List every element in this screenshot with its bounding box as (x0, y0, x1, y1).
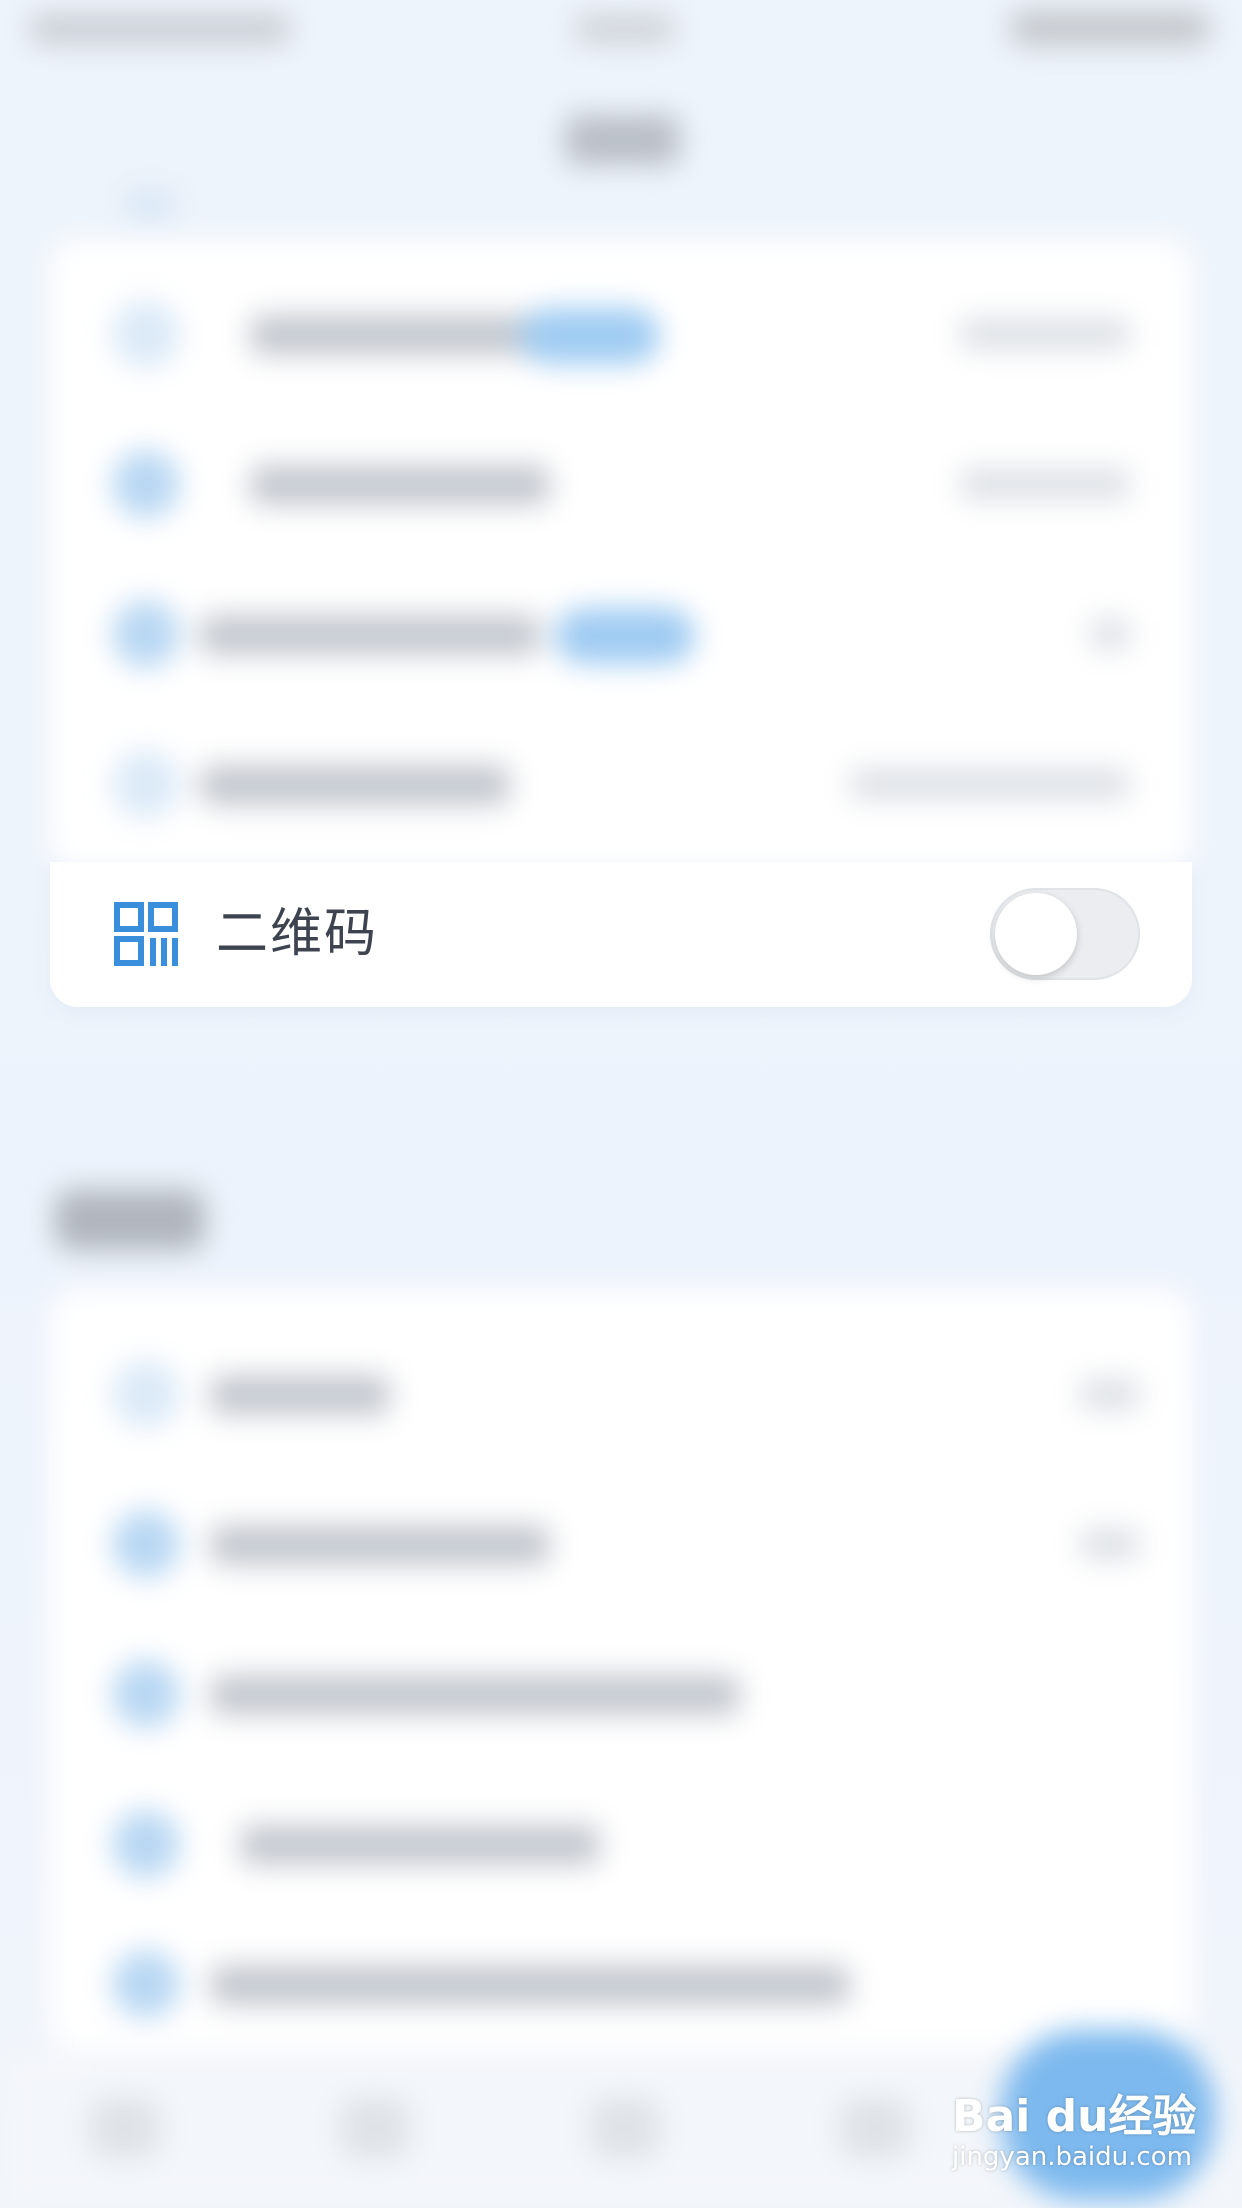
item-label-blurred (250, 315, 550, 355)
item-label-blurred (240, 1825, 600, 1865)
list-item (50, 1320, 1192, 1470)
item-label-blurred (210, 1525, 550, 1565)
item-arrow-blurred (1090, 618, 1130, 650)
item-icon (112, 1660, 180, 1728)
watermark: Bai du经验 jingyan.baidu.com (952, 2080, 1202, 2180)
list-item (50, 710, 1192, 860)
watermark-brand: Bai du经验 (952, 2091, 1197, 2142)
section-heading-blurred (55, 1190, 205, 1250)
tab-icon (590, 2098, 660, 2158)
item-label-blurred (210, 1375, 390, 1415)
tab-icon (840, 2098, 910, 2158)
item-icon (112, 600, 180, 668)
item-icon (112, 750, 180, 818)
list-item (50, 560, 1192, 710)
status-bar (0, 0, 1242, 60)
item-badge-blurred (555, 608, 695, 664)
item-value-blurred (960, 318, 1130, 350)
list-item (50, 1770, 1192, 1920)
item-arrow-blurred (1080, 1528, 1140, 1560)
item-label-blurred (200, 615, 540, 655)
item-label-blurred (200, 765, 510, 805)
item-label-blurred (210, 1675, 740, 1715)
list-item (50, 1910, 1192, 2060)
qr-code-label: 二维码 (216, 904, 379, 964)
list-item (50, 1620, 1192, 1770)
status-carrier-blurred (30, 14, 290, 44)
item-value-blurred (850, 768, 1130, 800)
list-item (50, 1470, 1192, 1620)
item-value-blurred (960, 468, 1130, 500)
nav-title-blurred (565, 115, 680, 165)
blurred-background (0, 0, 1242, 2208)
watermark-url: jingyan.baidu.com (952, 2142, 1192, 2172)
item-icon (112, 1360, 180, 1428)
item-arrow-blurred (1080, 1378, 1140, 1410)
list-item (50, 410, 1192, 560)
status-time-blurred (575, 14, 675, 44)
tab-icon (340, 2098, 410, 2158)
item-icon (112, 300, 180, 368)
item-badge-blurred (520, 308, 660, 364)
qr-code-icon (114, 902, 178, 966)
toggle-knob (995, 893, 1077, 975)
item-label-blurred (210, 1965, 850, 2005)
item-icon (112, 450, 180, 518)
item-label-blurred (250, 465, 550, 505)
item-icon (112, 1810, 180, 1878)
list-item (50, 260, 1192, 410)
qr-code-toggle[interactable] (990, 888, 1140, 980)
tab-icon (90, 2098, 160, 2158)
item-icon (112, 1950, 180, 2018)
status-battery-blurred (1010, 10, 1210, 46)
settings-card-blurred (50, 1290, 1192, 2050)
qr-code-setting-row[interactable]: 二维码 (50, 862, 1192, 1007)
item-icon (112, 1510, 180, 1578)
settings-card-blurred (50, 240, 1192, 870)
back-icon (125, 190, 175, 220)
